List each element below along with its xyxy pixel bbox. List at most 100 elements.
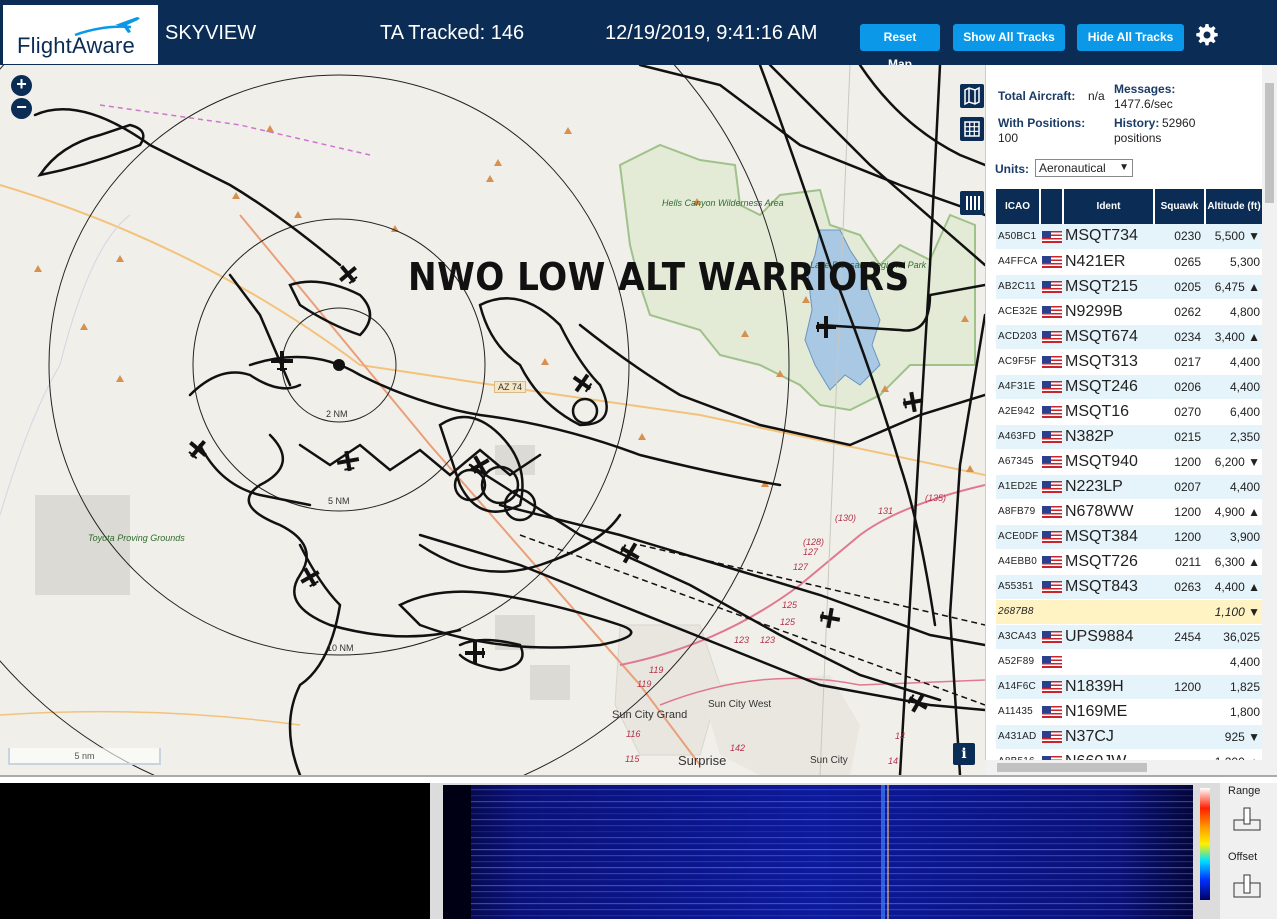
route-number-label: 125 [782, 600, 798, 610]
table-row[interactable]: ACD203 MSQT674 0234 3,400 ▲ [996, 324, 1262, 350]
ident-cell: UPS9884 [1063, 624, 1154, 650]
range-slider[interactable] [1232, 806, 1262, 832]
table-row[interactable]: A1ED2E N223LP 0207 4,400 [996, 474, 1262, 500]
scrollbar-thumb[interactable] [997, 763, 1147, 772]
altitude-cell: 6,300 ▲ [1205, 549, 1262, 575]
us-flag-icon [1041, 356, 1062, 369]
us-flag-icon [1041, 331, 1062, 344]
waterfall-line [471, 879, 1193, 881]
table-row[interactable]: A431AD N37CJ 925 ▼ [996, 724, 1262, 750]
us-flag-icon [1041, 531, 1062, 544]
waterfall-line [471, 891, 1193, 893]
table-row[interactable]: A14F6C N1839H 1200 1,825 [996, 674, 1262, 700]
icao-cell: A4FFCA [996, 249, 1040, 275]
us-flag-icon [1041, 456, 1062, 469]
hide-all-tracks-button[interactable]: Hide All Tracks [1077, 24, 1184, 51]
altitude-cell: 4,400 [1205, 374, 1262, 400]
ident-cell [1063, 599, 1154, 625]
column-header-flag[interactable] [1040, 189, 1064, 224]
offset-slider[interactable] [1232, 873, 1262, 899]
sidebar-horizontal-scrollbar[interactable] [985, 760, 1277, 775]
table-row[interactable]: A4EBB0 MSQT726 0211 6,300 ▲ [996, 549, 1262, 575]
table-row[interactable]: A4F31E MSQT246 0206 4,400 [996, 374, 1262, 400]
icao-cell: A2E942 [996, 399, 1040, 425]
flag-cell [1040, 349, 1063, 375]
squawk-cell [1154, 649, 1205, 675]
show-all-tracks-button[interactable]: Show All Tracks [953, 24, 1065, 51]
flight-tracks [33, 65, 985, 775]
map-canvas[interactable] [0, 65, 985, 775]
altitude-cell: 6,200 ▼ [1205, 449, 1262, 475]
flag-cell [1040, 274, 1063, 300]
table-row[interactable]: ACE0DF MSQT384 1200 3,900 [996, 524, 1262, 550]
icao-cell: AC9F5F [996, 349, 1040, 375]
grid-toggle-button[interactable] [960, 117, 984, 141]
waterfall-display[interactable] [443, 785, 1193, 919]
logo-text: FlightAware [17, 33, 135, 58]
gear-icon[interactable] [1195, 23, 1219, 47]
table-row[interactable]: ACE32E N9299B 0262 4,800 [996, 299, 1262, 325]
waterfall-line [471, 807, 1193, 809]
map-view[interactable]: Hells Canyon Wilderness Area Lake Pleasa… [0, 65, 985, 775]
sun-city-grand-label: Sun City Grand [612, 709, 688, 721]
column-header-altitude[interactable]: Altitude (ft) [1205, 189, 1262, 224]
table-row[interactable]: 2687B8 1,100 ▼ [996, 599, 1262, 625]
waterfall-line [471, 915, 1193, 917]
table-row[interactable]: A55351 MSQT843 0263 4,400 ▲ [996, 574, 1262, 600]
squawk-cell: 1200 [1154, 674, 1205, 700]
table-row[interactable]: AC9F5F MSQT313 0217 4,400 [996, 349, 1262, 375]
table-row[interactable]: A2E942 MSQT16 0270 6,400 [996, 399, 1262, 425]
toyota-label: Toyota Proving Grounds [88, 533, 185, 543]
squawk-cell: 1200 [1154, 524, 1205, 550]
altitude-cell: 1,825 [1205, 674, 1262, 700]
route-number-label: 131 [878, 506, 894, 516]
scrollbar-thumb[interactable] [1265, 83, 1274, 203]
route-number-label: 142 [730, 743, 746, 753]
ident-cell: N382P [1063, 424, 1154, 450]
us-flag-icon [1041, 431, 1062, 444]
table-row[interactable]: A3CA43 UPS9884 2454 36,025 [996, 624, 1262, 650]
sun-city-label: Sun City [810, 755, 848, 766]
altitude-cell: 2,350 [1205, 424, 1262, 450]
map-type-button[interactable] [960, 84, 984, 108]
info-button[interactable]: i [953, 743, 975, 765]
flag-cell [1040, 499, 1063, 525]
route-number-label: 123 [734, 635, 750, 645]
sidebar-vertical-scrollbar[interactable] [1262, 65, 1277, 760]
ident-cell: N1839H [1063, 674, 1154, 700]
us-flag-icon [1041, 506, 1062, 519]
altitude-cell: 4,400 ▲ [1205, 574, 1262, 600]
units-select[interactable]: Aeronautical ▼ [1035, 159, 1133, 177]
ident-cell: N9299B [1063, 299, 1154, 325]
panel-divider[interactable] [0, 775, 1277, 783]
units-label: Units: [995, 162, 1029, 176]
altitude-cell: 6,475 ▲ [1205, 274, 1262, 300]
ident-cell: MSQT734 [1063, 224, 1154, 250]
zoom-in-button[interactable]: + [11, 75, 32, 96]
flightaware-logo[interactable]: FlightAware [3, 5, 158, 64]
reset-map-button[interactable]: Reset Map [860, 24, 940, 71]
route-number-label: (128) [803, 537, 825, 547]
table-row[interactable]: A463FD N382P 0215 2,350 [996, 424, 1262, 450]
altitude-cell: 4,400 [1205, 474, 1262, 500]
flag-cell [1040, 249, 1063, 275]
table-row[interactable]: A52F89 4,400 [996, 649, 1262, 675]
ident-cell: MSQT313 [1063, 349, 1154, 375]
column-header-ident[interactable]: Ident [1063, 189, 1155, 224]
us-flag-icon [1041, 231, 1062, 244]
table-row[interactable]: A11435 N169ME 1,800 [996, 699, 1262, 725]
waterfall-line [471, 849, 1193, 851]
table-row[interactable]: A4FFCA N421ER 0265 5,300 [996, 249, 1262, 275]
table-row[interactable]: AB2C11 MSQT215 0205 6,475 ▲ [996, 274, 1262, 300]
table-row[interactable]: A8FB79 N678WW 1200 4,900 ▲ [996, 499, 1262, 525]
route-number-label: 127 [803, 547, 819, 557]
columns-toggle-button[interactable] [960, 191, 984, 215]
wash [0, 214, 131, 516]
flag-cell [1040, 674, 1063, 700]
waterfall-line [471, 909, 1193, 911]
table-row[interactable]: A67345 MSQT940 1200 6,200 ▼ [996, 449, 1262, 475]
zoom-out-button[interactable]: − [11, 98, 32, 119]
column-header-squawk[interactable]: Squawk [1154, 189, 1206, 224]
table-row[interactable]: A50BC1 MSQT734 0230 5,500 ▼ [996, 224, 1262, 250]
column-header-icao[interactable]: ICAO [996, 189, 1041, 224]
